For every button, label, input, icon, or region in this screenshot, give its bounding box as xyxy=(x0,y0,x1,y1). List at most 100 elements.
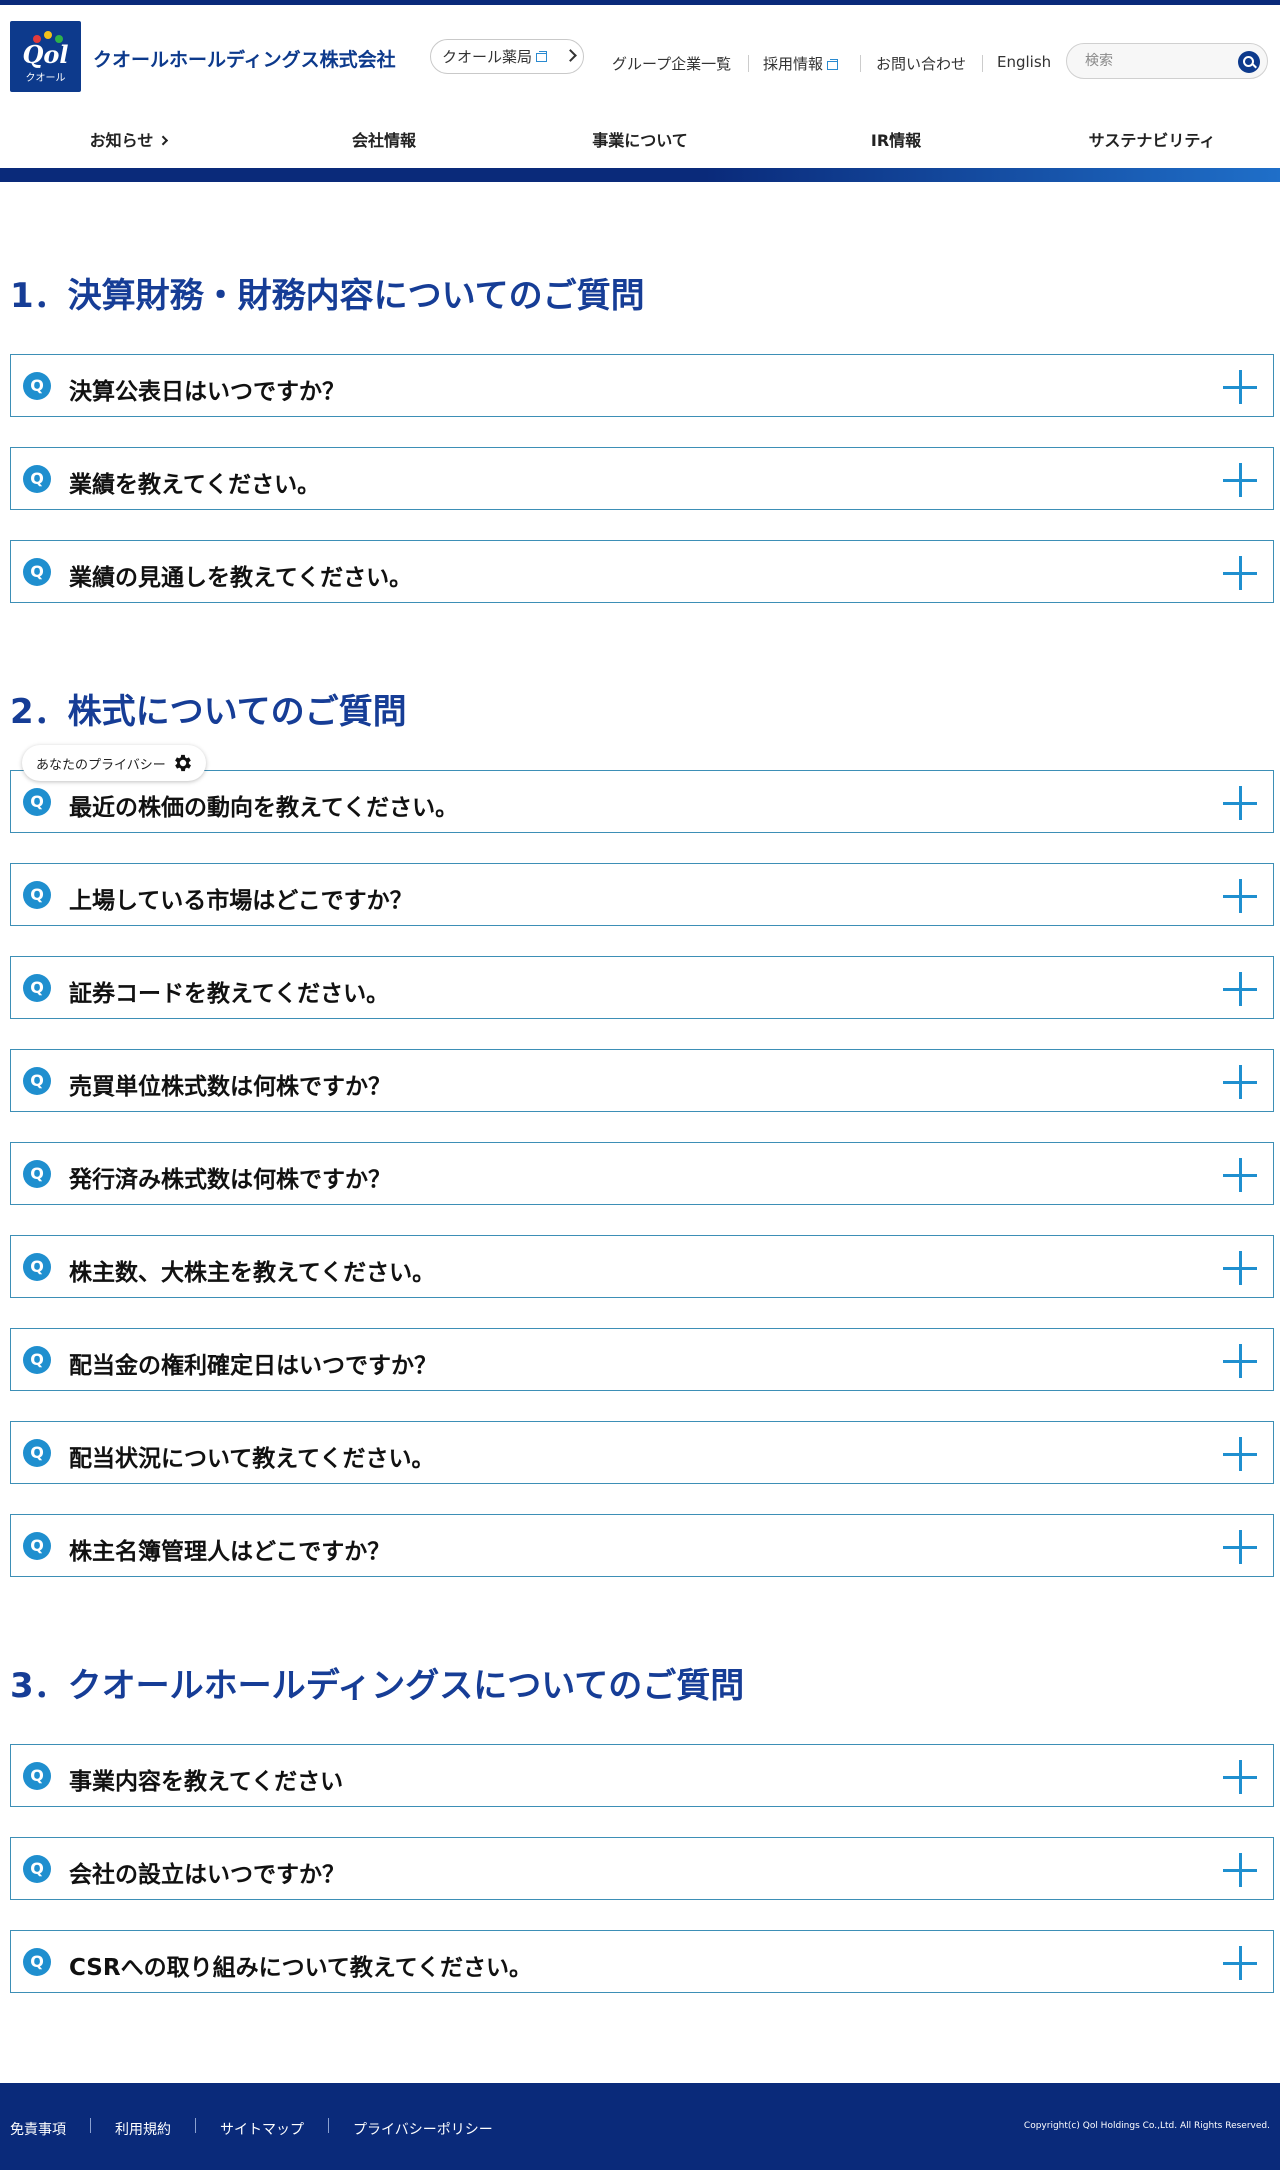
search-box xyxy=(1066,43,1268,79)
faq-question: 売買単位株式数は何株ですか？ xyxy=(69,1074,391,1100)
faq-item[interactable]: Q 事業内容を教えてください xyxy=(10,1744,1274,1807)
nav-item-sustainability[interactable]: サステナビリティ xyxy=(1089,127,1216,151)
q-badge-icon: Q xyxy=(23,788,51,816)
search-icon[interactable] xyxy=(1238,51,1260,73)
faq-item[interactable]: Q 売買単位株式数は何株ですか？ xyxy=(10,1049,1274,1112)
global-nav: お知らせ 会社情報 事業について IR情報 サステナビリティ xyxy=(0,110,1280,168)
q-badge-icon: Q xyxy=(23,558,51,586)
pharmacy-link-button[interactable]: クオール薬局 xyxy=(430,39,584,74)
footer-link-terms[interactable]: 利用規約 xyxy=(115,2119,171,2139)
privacy-label: あなたのプライバシー xyxy=(36,757,166,773)
faq-question: 会社の設立はいつですか？ xyxy=(69,1862,345,1888)
divider xyxy=(90,2118,91,2133)
expand-plus-icon[interactable] xyxy=(1223,463,1257,497)
q-badge-icon: Q xyxy=(23,1532,51,1560)
privacy-settings-button[interactable]: あなたのプライバシー xyxy=(22,745,206,781)
site-footer: 免責事項 利用規約 サイトマップ プライバシーポリシー Copyright(c)… xyxy=(0,2083,1280,2170)
faq-question: 最近の株価の動向を教えてください。 xyxy=(69,795,459,821)
expand-plus-icon[interactable] xyxy=(1223,1946,1257,1980)
q-badge-icon: Q xyxy=(23,1067,51,1095)
faq-question: 事業内容を教えてください xyxy=(69,1769,344,1795)
section-title: 2．株式についてのご質問 xyxy=(10,692,407,732)
faq-item[interactable]: Q 最近の株価の動向を教えてください。 xyxy=(10,770,1274,833)
nav-item-business[interactable]: 事業について xyxy=(592,127,688,151)
expand-plus-icon[interactable] xyxy=(1223,879,1257,913)
expand-plus-icon[interactable] xyxy=(1223,1853,1257,1887)
gear-icon xyxy=(174,754,191,772)
section-title: 1．決算財務・財務内容についてのご質問 xyxy=(10,276,645,316)
expand-plus-icon[interactable] xyxy=(1223,1344,1257,1378)
logo[interactable]: Qol クオール xyxy=(10,21,81,92)
q-badge-icon: Q xyxy=(23,1160,51,1188)
faq-item[interactable]: Q 会社の設立はいつですか？ xyxy=(10,1837,1274,1900)
q-badge-icon: Q xyxy=(23,1346,51,1374)
expand-plus-icon[interactable] xyxy=(1223,1065,1257,1099)
faq-question: 上場している市場はどこですか？ xyxy=(69,888,413,914)
faq-question: CSRへの取り組みについて教えてください。 xyxy=(69,1955,533,1981)
faq-question: 証券コードを教えてください。 xyxy=(69,981,390,1007)
section-title: 3．クオールホールディングスについてのご質問 xyxy=(10,1666,745,1706)
faq-item[interactable]: Q 業績を教えてください。 xyxy=(10,447,1274,510)
footer-link-privacy[interactable]: プライバシーポリシー xyxy=(353,2119,493,2139)
faq-item[interactable]: Q 株主数、大株主を教えてください。 xyxy=(10,1235,1274,1298)
q-badge-icon: Q xyxy=(23,1439,51,1467)
external-link-icon xyxy=(536,51,548,62)
search-input[interactable] xyxy=(1085,51,1225,71)
q-badge-icon: Q xyxy=(23,1855,51,1883)
expand-plus-icon[interactable] xyxy=(1223,972,1257,1006)
recruit-link-label: 採用情報 xyxy=(763,55,824,73)
faq-question: 配当金の権利確定日はいつですか？ xyxy=(69,1353,437,1379)
q-badge-icon: Q xyxy=(23,465,51,493)
footer-link-sitemap[interactable]: サイトマップ xyxy=(220,2119,304,2139)
faq-item[interactable]: Q 決算公表日はいつですか？ xyxy=(10,354,1274,417)
nav-item-label: お知らせ xyxy=(89,131,154,150)
divider xyxy=(748,55,749,72)
chevron-right-icon xyxy=(157,135,168,146)
divider xyxy=(195,2118,196,2133)
copyright: Copyright(c) Qol Holdings Co.,Ltd. All R… xyxy=(1023,2121,1270,2131)
divider xyxy=(328,2118,329,2133)
expand-plus-icon[interactable] xyxy=(1223,1760,1257,1794)
expand-plus-icon[interactable] xyxy=(1223,786,1257,820)
site-header: Qol クオール クオールホールディングス株式会社 クオール薬局 グループ企業一… xyxy=(0,5,1280,110)
company-name[interactable]: クオールホールディングス株式会社 xyxy=(93,45,396,72)
contact-link[interactable]: お問い合わせ xyxy=(876,53,966,74)
expand-plus-icon[interactable] xyxy=(1223,1530,1257,1564)
nav-gradient-bar xyxy=(0,168,1280,182)
nav-item-news[interactable]: お知らせ xyxy=(89,127,168,151)
qol-logo-icon: Qol クオール xyxy=(22,31,69,84)
pharmacy-link-label: クオール薬局 xyxy=(442,48,533,66)
expand-plus-icon[interactable] xyxy=(1223,370,1257,404)
q-badge-icon: Q xyxy=(23,881,51,909)
external-link-icon xyxy=(827,59,839,70)
expand-plus-icon[interactable] xyxy=(1223,1158,1257,1192)
recruit-link[interactable]: 採用情報 xyxy=(763,53,839,74)
faq-question: 業績を教えてください。 xyxy=(69,472,321,498)
expand-plus-icon[interactable] xyxy=(1223,1251,1257,1285)
faq-question: 決算公表日はいつですか？ xyxy=(69,379,345,405)
faq-item[interactable]: Q 配当金の権利確定日はいつですか？ xyxy=(10,1328,1274,1391)
chevron-right-icon xyxy=(564,49,577,62)
faq-item[interactable]: Q 証券コードを教えてください。 xyxy=(10,956,1274,1019)
faq-item[interactable]: Q 業績の見通しを教えてください。 xyxy=(10,540,1274,603)
q-badge-icon: Q xyxy=(23,1253,51,1281)
faq-item[interactable]: Q CSRへの取り組みについて教えてください。 xyxy=(10,1930,1274,1993)
faq-question: 業績の見通しを教えてください。 xyxy=(69,565,413,591)
faq-item[interactable]: Q 上場している市場はどこですか？ xyxy=(10,863,1274,926)
group-companies-link[interactable]: グループ企業一覧 xyxy=(612,53,731,74)
nav-item-company[interactable]: 会社情報 xyxy=(352,127,416,151)
faq-question: 配当状況について教えてください。 xyxy=(69,1446,435,1472)
faq-question: 株主数、大株主を教えてください。 xyxy=(69,1260,436,1286)
expand-plus-icon[interactable] xyxy=(1223,556,1257,590)
english-link[interactable]: English xyxy=(997,53,1051,71)
faq-question: 株主名簿管理人はどこですか？ xyxy=(69,1539,391,1565)
footer-link-disclaimer[interactable]: 免責事項 xyxy=(10,2119,66,2139)
faq-item[interactable]: Q 配当状況について教えてください。 xyxy=(10,1421,1274,1484)
expand-plus-icon[interactable] xyxy=(1223,1437,1257,1471)
nav-item-ir[interactable]: IR情報 xyxy=(871,127,921,151)
faq-item[interactable]: Q 発行済み株式数は何株ですか？ xyxy=(10,1142,1274,1205)
q-badge-icon: Q xyxy=(23,1762,51,1790)
q-badge-icon: Q xyxy=(23,1948,51,1976)
faq-item[interactable]: Q 株主名簿管理人はどこですか？ xyxy=(10,1514,1274,1577)
q-badge-icon: Q xyxy=(23,372,51,400)
